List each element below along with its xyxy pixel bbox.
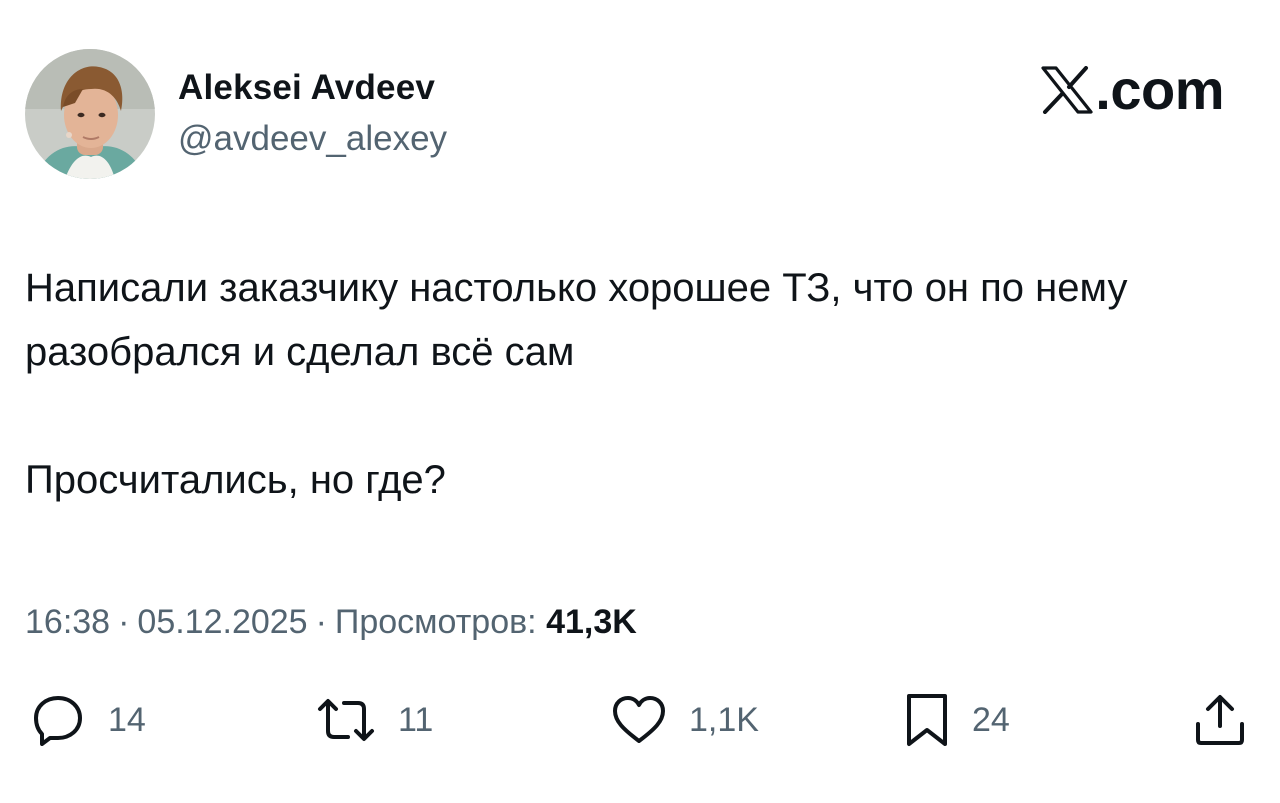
like-count: 1,1K: [689, 701, 759, 739]
share-icon: [1196, 695, 1244, 745]
author-name[interactable]: Aleksei Avdeev: [178, 66, 447, 110]
avatar-image: [25, 49, 155, 179]
heart-icon: [613, 696, 665, 743]
bookmark-button[interactable]: 24: [904, 690, 1010, 750]
like-button[interactable]: 1,1K: [611, 690, 759, 750]
retweet-button[interactable]: 11: [316, 690, 433, 750]
reply-count: 14: [108, 701, 146, 739]
tweet-meta: 16:38 · 05.12.2025 · Просмотров: 41,3K: [25, 598, 637, 646]
share-button[interactable]: [1192, 690, 1248, 750]
tweet-date[interactable]: 05.12.2025: [137, 603, 307, 641]
views-count: 41,3K: [546, 603, 637, 641]
tweet-paragraph: Написали заказчику настолько хорошее ТЗ,…: [25, 266, 1128, 374]
retweet-count: 11: [398, 701, 434, 739]
action-bar: 14 11 1,1K 24: [0, 690, 1280, 750]
retweet-icon: [318, 699, 374, 741]
brand-mark: .com: [1041, 60, 1224, 120]
author-handle[interactable]: @avdeev_alexey: [178, 116, 447, 162]
bookmark-icon: [907, 694, 947, 746]
tweet-paragraph: Просчитались, но где?: [25, 458, 446, 502]
separator: ·: [315, 603, 327, 641]
x-logo-icon: [1041, 66, 1093, 114]
tweet-text: Написали заказчику настолько хорошее ТЗ,…: [25, 256, 1245, 512]
reply-button[interactable]: 14: [28, 690, 146, 750]
tweet-card: Aleksei Avdeev @avdeev_alexey .com Напис…: [0, 0, 1280, 803]
reply-icon: [34, 696, 82, 746]
avatar[interactable]: [25, 49, 155, 179]
brand-domain: .com: [1095, 58, 1224, 121]
tweet-time[interactable]: 16:38: [25, 603, 110, 641]
bookmark-count: 24: [972, 701, 1010, 739]
author-info: Aleksei Avdeev @avdeev_alexey: [178, 66, 447, 162]
separator: ·: [118, 603, 130, 641]
views-label: Просмотров:: [334, 603, 537, 641]
